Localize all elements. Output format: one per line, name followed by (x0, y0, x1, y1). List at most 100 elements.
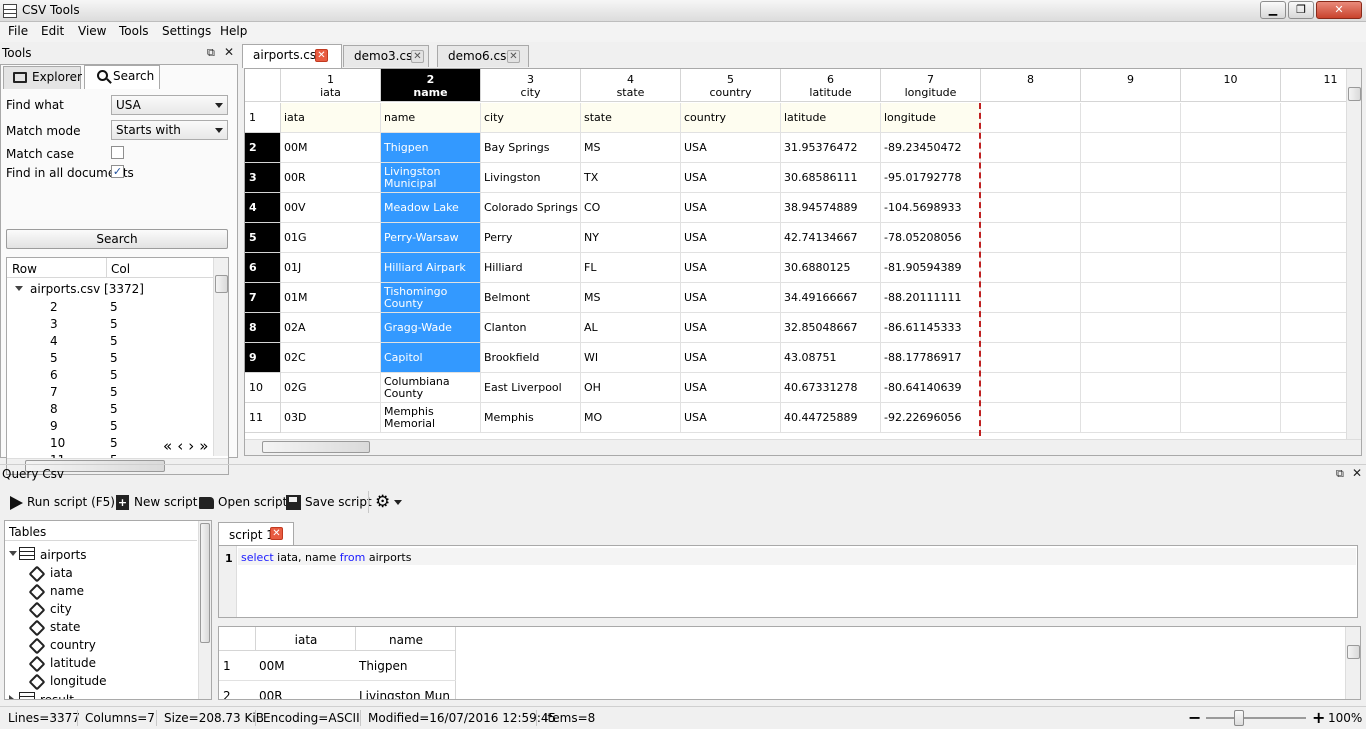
column-header[interactable]: 2 name (381, 69, 481, 102)
grid-cell[interactable] (1181, 223, 1281, 253)
tab-explorer[interactable]: Explorer (3, 66, 82, 89)
field-state[interactable]: state (50, 620, 80, 634)
row-header[interactable]: 7 (245, 283, 281, 313)
match-case-checkbox[interactable] (111, 146, 124, 159)
result-col-iata[interactable]: iata (256, 633, 356, 647)
grid-cell[interactable] (1081, 343, 1181, 373)
grid-cell[interactable] (1081, 223, 1181, 253)
grid-cell[interactable]: CO (581, 193, 681, 223)
field-iata[interactable]: iata (50, 566, 73, 580)
grid-cell[interactable]: 00R (281, 163, 381, 193)
result-col-number[interactable]: 5 (110, 300, 118, 314)
scroll-thumb[interactable] (215, 275, 228, 293)
grid-cell[interactable]: USA (681, 223, 781, 253)
grid-cell[interactable]: AL (581, 313, 681, 343)
zoom-slider-thumb[interactable] (1234, 710, 1244, 726)
grid-cell[interactable]: -86.61145333 (881, 313, 981, 343)
grid-cell[interactable]: Capitol (381, 343, 481, 373)
result-row-number[interactable]: 10 (50, 436, 65, 450)
result-row-number[interactable]: 8 (50, 402, 58, 416)
scroll-thumb[interactable] (262, 441, 370, 453)
grid-cell[interactable] (981, 373, 1081, 403)
grid-cell[interactable]: Tishomingo County (381, 283, 481, 313)
grid-cell[interactable] (981, 193, 1081, 223)
grid-cell[interactable]: MS (581, 133, 681, 163)
grid-cell[interactable]: Livingston Municipal (381, 163, 481, 193)
grid-cell[interactable]: name (381, 103, 481, 133)
grid-cell[interactable]: Belmont (481, 283, 581, 313)
row-header[interactable]: 1 (245, 103, 281, 133)
close-button[interactable]: ✕ (1316, 1, 1362, 19)
close-tab-icon[interactable]: ✕ (411, 50, 424, 63)
row-header[interactable]: 4 (245, 193, 281, 223)
menu-settings[interactable]: Settings (162, 24, 211, 38)
grid-cell[interactable] (981, 103, 1081, 133)
result-col-name[interactable]: name (356, 633, 456, 647)
tab-airports[interactable]: airports.csv ✕ (242, 44, 342, 68)
run-script-button[interactable]: Run script (F5) (10, 493, 115, 511)
grid-vscrollbar[interactable] (1346, 69, 1361, 439)
grid-cell[interactable]: FL (581, 253, 681, 283)
result-col-number[interactable]: 5 (110, 419, 118, 433)
grid-cell[interactable] (981, 223, 1081, 253)
field-city[interactable]: city (50, 602, 72, 616)
grid-cell[interactable]: country (681, 103, 781, 133)
column-header[interactable]: 4 state (581, 69, 681, 102)
grid-cell[interactable]: Bay Springs (481, 133, 581, 163)
grid-corner[interactable] (245, 69, 281, 102)
grid-cell[interactable] (1081, 103, 1181, 133)
row-header[interactable]: 6 (245, 253, 281, 283)
field-name[interactable]: name (50, 584, 84, 598)
tab-demo3[interactable]: demo3.csv ✕ (343, 45, 429, 67)
result-col-number[interactable]: 5 (110, 334, 118, 348)
result-row-number[interactable]: 3 (50, 317, 58, 331)
field-latitude[interactable]: latitude (50, 656, 96, 670)
expand-arrow-icon[interactable] (9, 551, 17, 556)
field-longitude[interactable]: longitude (50, 674, 107, 688)
find-all-checkbox[interactable]: ✓ (111, 165, 124, 178)
minimize-button[interactable]: ▁ (1260, 1, 1286, 19)
grid-cell[interactable]: state (581, 103, 681, 133)
grid-cell[interactable]: USA (681, 343, 781, 373)
column-header[interactable]: 3 city (481, 69, 581, 102)
row-header[interactable]: 5 (245, 223, 281, 253)
menu-edit[interactable]: Edit (41, 24, 64, 38)
scroll-thumb[interactable] (1348, 87, 1361, 101)
grid-cell[interactable] (1181, 283, 1281, 313)
zoom-in-button[interactable]: + (1312, 708, 1325, 727)
column-header[interactable]: 5 country (681, 69, 781, 102)
menu-file[interactable]: File (8, 24, 28, 38)
maximize-button[interactable]: ❐ (1288, 1, 1314, 19)
grid-cell[interactable]: -95.01792778 (881, 163, 981, 193)
grid-cell[interactable]: -104.5698933 (881, 193, 981, 223)
grid-cell[interactable] (1181, 343, 1281, 373)
grid-cell[interactable] (981, 343, 1081, 373)
grid-cell[interactable] (981, 133, 1081, 163)
grid-cell[interactable]: East Liverpool (481, 373, 581, 403)
result-col-number[interactable]: 5 (110, 317, 118, 331)
grid-cell[interactable]: latitude (781, 103, 881, 133)
grid-cell[interactable] (1081, 403, 1181, 433)
grid-cell[interactable]: MO (581, 403, 681, 433)
grid-cell[interactable]: Brookfield (481, 343, 581, 373)
save-script-button[interactable]: Save script (286, 493, 372, 511)
grid-cell[interactable] (1081, 163, 1181, 193)
close-panel-icon[interactable]: ✕ (224, 45, 234, 59)
result-row-number[interactable]: 4 (50, 334, 58, 348)
nav-first-button[interactable]: « (163, 437, 177, 455)
grid-cell[interactable] (981, 253, 1081, 283)
expand-arrow-icon[interactable] (15, 286, 23, 291)
result-row-number[interactable]: 5 (50, 351, 58, 365)
grid-cell[interactable]: USA (681, 373, 781, 403)
grid-cell[interactable]: 32.85048667 (781, 313, 881, 343)
grid-cell[interactable]: USA (681, 403, 781, 433)
menu-help[interactable]: Help (220, 24, 247, 38)
column-header[interactable]: 6 latitude (781, 69, 881, 102)
result-row-number[interactable]: 2 (50, 300, 58, 314)
table-row[interactable]: 2 00R Livingston Mun (219, 681, 456, 699)
grid-cell[interactable] (1081, 313, 1181, 343)
grid-cell[interactable]: WI (581, 343, 681, 373)
grid-cell[interactable]: city (481, 103, 581, 133)
grid-cell[interactable]: -89.23450472 (881, 133, 981, 163)
grid-cell[interactable]: 40.44725889 (781, 403, 881, 433)
